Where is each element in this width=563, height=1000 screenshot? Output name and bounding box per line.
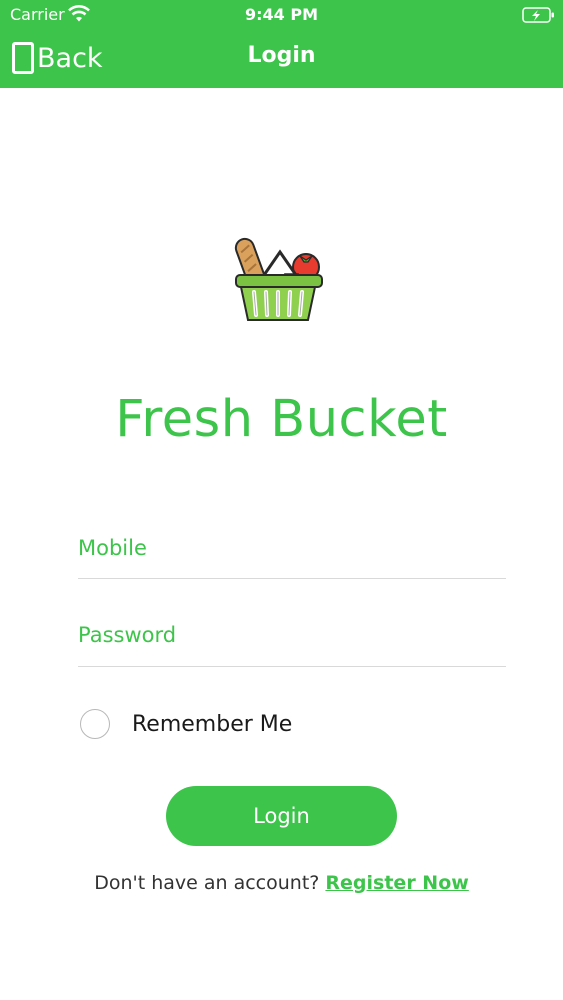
remember-me-label: Remember Me [132,711,293,737]
login-button[interactable]: Login [166,786,397,846]
basket-logo-icon [234,237,323,321]
password-input[interactable] [78,615,506,655]
remember-me-toggle[interactable]: Remember Me [80,707,292,741]
register-link[interactable]: Register Now [325,872,468,894]
password-field [78,615,506,667]
page-title: Login [247,43,316,68]
register-prompt: Don't have an account? Register Now [0,872,563,894]
register-prompt-text: Don't have an account? [94,872,320,894]
mobile-input[interactable] [78,528,506,568]
status-bar: Carrier 9:44 PM [0,0,563,30]
battery-icon [522,7,554,23]
status-time: 9:44 PM [244,5,318,24]
nav-header: Carrier 9:44 PM Back Login [0,0,563,88]
mobile-field [78,528,506,579]
radio-icon[interactable] [80,709,110,739]
app-name: Fresh Bucket [115,390,448,449]
